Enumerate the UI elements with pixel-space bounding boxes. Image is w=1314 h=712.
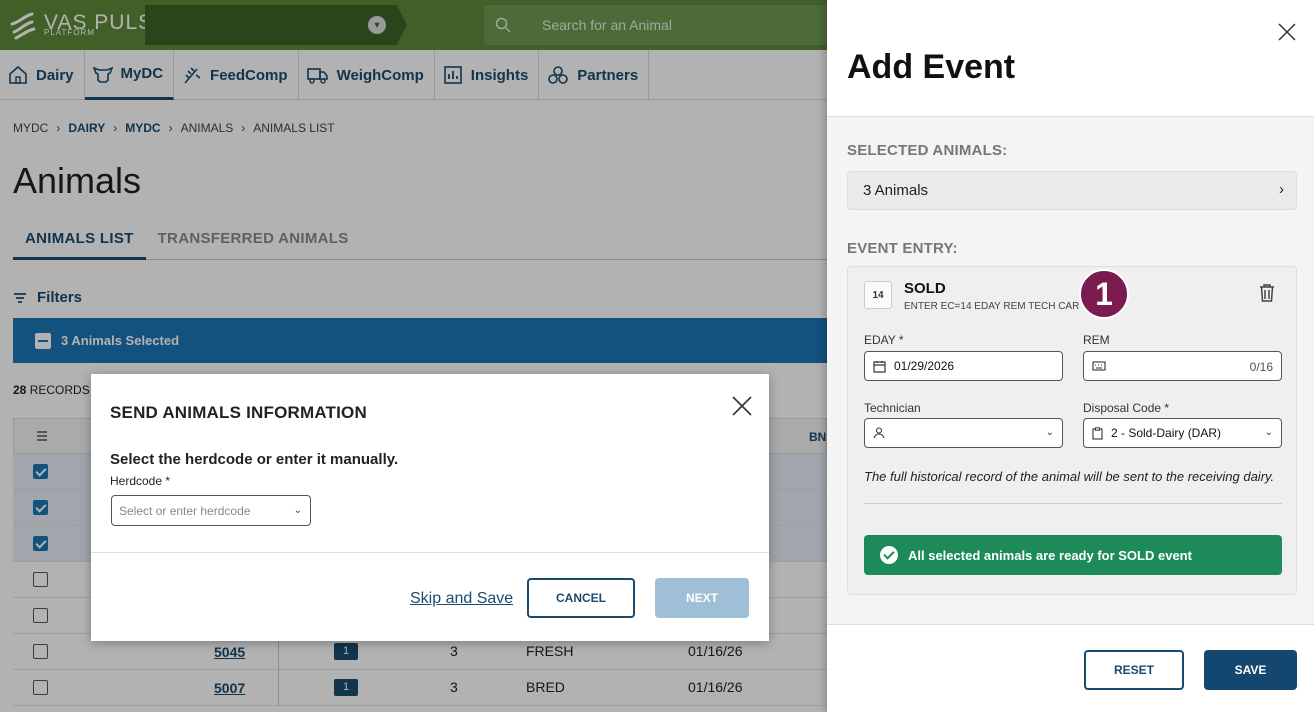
send-animals-dialog: SEND ANIMALS INFORMATION Select the herd… xyxy=(91,374,769,641)
chevron-down-icon: ⌄ xyxy=(293,505,302,516)
selected-animals-heading: SELECTED ANIMALS: xyxy=(847,142,1008,159)
disposal-code-value: 2 - Sold-Dairy (DAR) xyxy=(1111,426,1222,440)
close-icon[interactable] xyxy=(1277,22,1297,42)
panel-body: SELECTED ANIMALS: 3 Animals › EVENT ENTR… xyxy=(827,117,1314,625)
save-button[interactable]: SAVE xyxy=(1204,650,1297,690)
event-name: SOLD xyxy=(904,280,946,297)
rem-input[interactable]: 0/16 xyxy=(1083,351,1282,381)
divider xyxy=(91,552,769,553)
technician-label: Technician xyxy=(864,401,921,415)
herdcode-select[interactable]: Select or enter herdcode ⌄ xyxy=(111,495,311,526)
add-event-panel: Add Event SELECTED ANIMALS: 3 Animals › … xyxy=(827,0,1314,712)
divider xyxy=(864,503,1282,504)
selected-animals-button[interactable]: 3 Animals › xyxy=(847,171,1297,210)
herdcode-label: Herdcode * xyxy=(110,474,171,488)
dialog-title: SEND ANIMALS INFORMATION xyxy=(110,403,367,422)
chevron-down-icon: ⌄ xyxy=(1045,427,1054,438)
herdcode-placeholder: Select or enter herdcode xyxy=(119,504,251,518)
event-entry-heading: EVENT ENTRY: xyxy=(847,240,958,257)
check-circle-icon xyxy=(880,546,898,564)
event-code: 14 xyxy=(864,281,892,309)
keyboard-icon xyxy=(1092,361,1106,371)
technician-select[interactable]: ⌄ xyxy=(864,418,1063,448)
user-icon xyxy=(873,427,885,439)
event-entry-card: 14 SOLD ENTER EC=14 EDAY REM TECH CAR 1 … xyxy=(847,266,1297,595)
disposal-code-select[interactable]: 2 - Sold-Dairy (DAR) ⌄ xyxy=(1083,418,1282,448)
eday-input[interactable]: 01/29/2026 xyxy=(864,351,1063,381)
ready-status-banner: All selected animals are ready for SOLD … xyxy=(864,535,1282,575)
rem-counter: 0/16 xyxy=(1249,360,1273,374)
dialog-subtitle: Select the herdcode or enter it manually… xyxy=(110,451,399,468)
step-badge: 1 xyxy=(1079,269,1129,319)
eday-value: 01/29/2026 xyxy=(894,359,955,373)
cancel-button[interactable]: CANCEL xyxy=(527,578,635,618)
reset-button[interactable]: RESET xyxy=(1084,650,1184,690)
disposal-code-label: Disposal Code * xyxy=(1083,401,1170,415)
trash-icon[interactable] xyxy=(1258,283,1276,303)
ready-status-text: All selected animals are ready for SOLD … xyxy=(908,547,1192,563)
panel-header: Add Event xyxy=(827,0,1314,117)
skip-and-save-link[interactable]: Skip and Save xyxy=(410,590,513,608)
clipboard-icon xyxy=(1092,426,1103,440)
chevron-down-icon: ⌄ xyxy=(1264,427,1273,438)
chevron-right-icon: › xyxy=(1279,181,1284,198)
next-button[interactable]: NEXT xyxy=(655,578,749,618)
selected-animals-value: 3 Animals xyxy=(863,182,929,199)
historical-record-note: The full historical record of the animal… xyxy=(864,469,1275,484)
event-description: ENTER EC=14 EDAY REM TECH CAR xyxy=(904,301,1080,312)
eday-label: EDAY * xyxy=(864,333,904,347)
close-icon[interactable] xyxy=(731,395,753,417)
panel-title: Add Event xyxy=(847,48,1016,86)
rem-label: REM xyxy=(1083,333,1110,347)
calendar-icon xyxy=(873,360,886,373)
